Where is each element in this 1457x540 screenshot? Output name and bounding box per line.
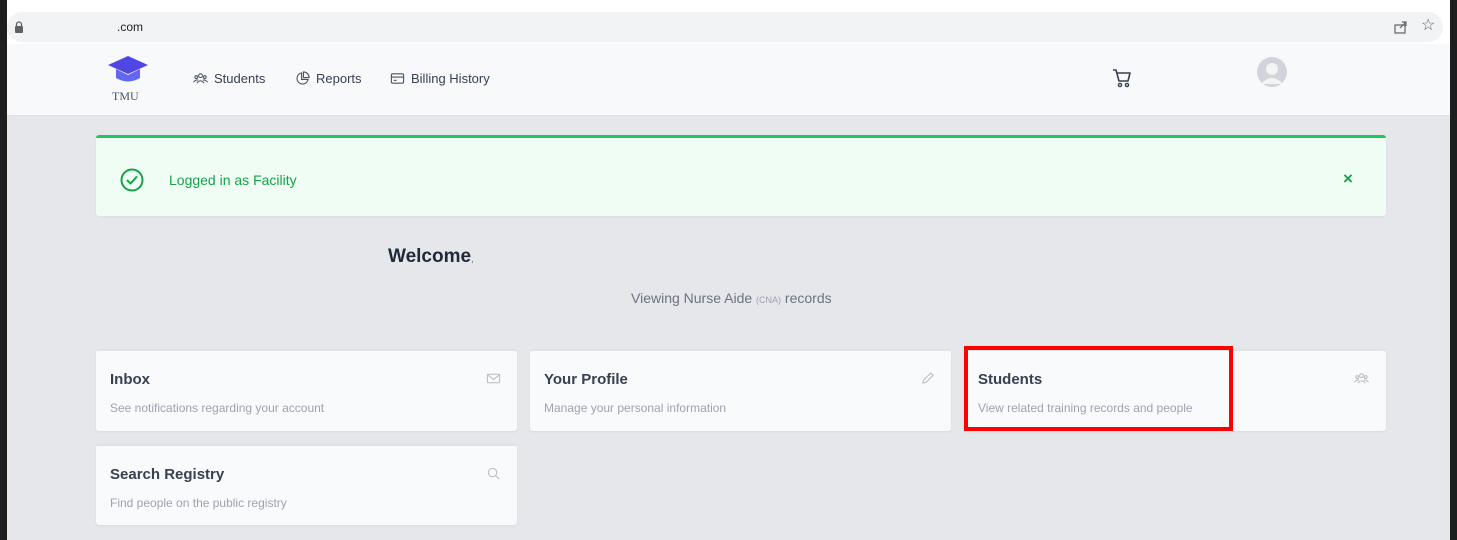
share-icon[interactable]: [1393, 19, 1409, 35]
cart-icon[interactable]: [1112, 67, 1132, 89]
check-circle-icon: [120, 168, 144, 192]
card-description: Find people on the public registry: [110, 496, 287, 510]
card-students[interactable]: Students View related training records a…: [964, 349, 1386, 431]
avatar[interactable]: [1257, 57, 1287, 87]
card-title: Inbox: [110, 371, 150, 388]
alert-message: Logged in as Facility: [169, 172, 297, 188]
welcome-title: Welcome: [388, 246, 472, 267]
people-icon: [1354, 373, 1369, 384]
subtitle-prefix: Viewing Nurse Aide: [631, 290, 757, 306]
chart-pie-icon: [296, 71, 310, 85]
user-avatar-icon: [1257, 57, 1287, 87]
address-bar[interactable]: [7, 12, 1443, 42]
browser-window: .com ☆ TMU Students Reports Billing Hist…: [7, 0, 1450, 540]
card-your-profile[interactable]: Your Profile Manage your personal inform…: [530, 349, 951, 431]
url-text[interactable]: .com: [117, 20, 143, 34]
card-description: See notifications regarding your account: [110, 401, 325, 415]
card-title: Search Registry: [110, 466, 225, 483]
logo-text: TMU: [112, 89, 139, 103]
nav-students[interactable]: Students: [193, 71, 265, 86]
pencil-icon: [922, 372, 934, 384]
card-title: Your Profile: [544, 371, 628, 388]
card-description: Manage your personal information: [544, 401, 727, 415]
welcome-heading: Welcome,: [388, 246, 474, 268]
nav-students-label: Students: [214, 71, 266, 86]
nav-billing-history[interactable]: Billing History: [390, 71, 490, 86]
lock-icon: [15, 21, 23, 33]
nav-reports[interactable]: Reports: [295, 71, 362, 86]
card-search-registry[interactable]: Search Registry Find people on the publi…: [96, 444, 517, 525]
card-description: View related training records and people: [978, 401, 1193, 415]
people-icon: [193, 73, 208, 84]
welcome-punctuation: ,: [471, 254, 474, 264]
bookmark-star-icon[interactable]: ☆: [1421, 17, 1435, 35]
close-icon[interactable]: ×: [1343, 170, 1353, 188]
card-icon: [390, 73, 405, 84]
records-subtitle: Viewing Nurse Aide (CNA) records: [631, 290, 832, 306]
card-inbox[interactable]: Inbox See notifications regarding your a…: [96, 349, 517, 431]
card-title: Students: [978, 371, 1043, 388]
success-alert: Logged in as Facility ×: [96, 135, 1386, 216]
nav-reports-label: Reports: [316, 71, 362, 86]
search-icon: [487, 467, 500, 480]
mail-icon: [486, 373, 501, 384]
nav-billing-history-label: Billing History: [411, 71, 490, 86]
subtitle-abbr: (CNA): [756, 295, 782, 305]
subtitle-suffix: records: [781, 290, 832, 306]
